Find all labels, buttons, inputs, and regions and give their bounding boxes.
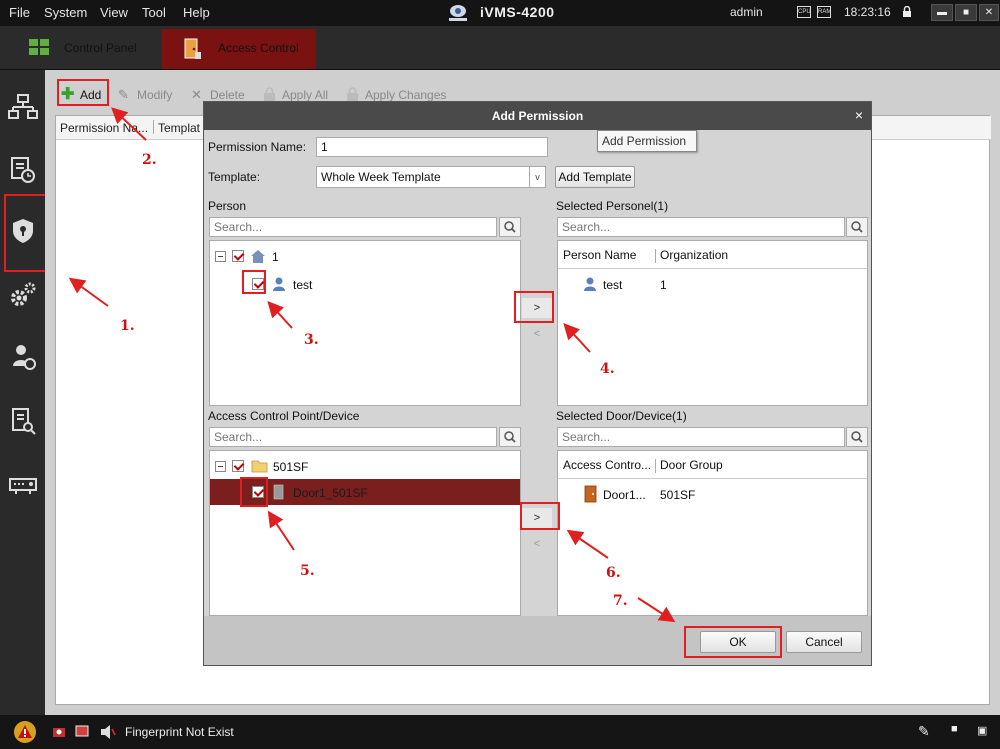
monitor-icon[interactable] [75, 725, 89, 739]
alarm-icon[interactable] [52, 725, 66, 739]
pin-icon[interactable]: ✎ [918, 723, 930, 740]
annotation-label-7: 7. [613, 593, 628, 609]
annotation-label-2: 2. [142, 152, 157, 168]
status-bar: Fingerprint Not Exist ✎ ■ ▣ [0, 715, 1000, 749]
annotation-arrows [68, 107, 676, 623]
status-message: Fingerprint Not Exist [125, 725, 234, 739]
annotation-label-1: 1. [120, 318, 135, 334]
annotation-label-5: 5. [300, 563, 315, 579]
restore-icon[interactable]: ■ [951, 723, 958, 735]
annotation-label-6: 6. [606, 565, 621, 581]
fullscreen-icon[interactable]: ▣ [977, 724, 987, 737]
warning-icon[interactable] [13, 720, 37, 744]
annotation-label-3: 3. [304, 332, 319, 348]
annotation-label-4: 4. [600, 361, 615, 377]
speaker-icon[interactable] [100, 725, 116, 739]
